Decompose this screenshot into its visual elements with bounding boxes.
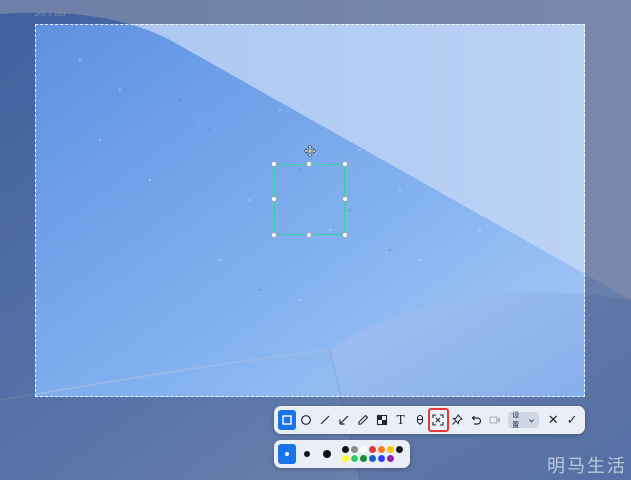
text-tool-button[interactable]: T (392, 410, 410, 430)
rectangle-tool-button[interactable] (278, 410, 296, 430)
ellipse-tool-button[interactable] (297, 410, 315, 430)
stroke-size-large[interactable] (318, 444, 336, 464)
number-marker-tool-button[interactable] (411, 410, 429, 430)
scan-text-icon (432, 414, 445, 426)
video-icon (489, 416, 501, 424)
color-swatch[interactable] (342, 454, 349, 462)
resize-handle-bottom-right[interactable] (342, 232, 348, 238)
cancel-button[interactable]: ✕ (544, 410, 562, 430)
arrow-icon (339, 415, 349, 425)
resize-handle-left[interactable] (271, 196, 277, 202)
resize-handle-top[interactable] (306, 161, 312, 167)
color-swatch[interactable] (378, 454, 385, 462)
arrow-tool-button[interactable] (335, 410, 353, 430)
rectangle-annotation[interactable] (274, 164, 345, 235)
color-swatch[interactable] (387, 445, 394, 453)
mosaic-icon (376, 414, 387, 426)
watermark-text: 明马生活 (547, 456, 627, 477)
pen-tool-button[interactable] (354, 410, 372, 430)
mosaic-tool-button[interactable] (373, 410, 391, 430)
stroke-size-medium[interactable] (298, 444, 316, 464)
small-dot-icon (285, 452, 289, 456)
color-swatch[interactable] (369, 445, 376, 453)
line-tool-button[interactable] (316, 410, 334, 430)
resize-handle-top-left[interactable] (271, 161, 277, 167)
color-swatch[interactable] (396, 445, 403, 453)
text-icon: T (396, 413, 405, 427)
resize-handle-bottom[interactable] (306, 232, 312, 238)
color-swatch[interactable] (360, 454, 367, 462)
ellipse-icon (301, 415, 311, 425)
line-icon (320, 415, 330, 425)
chevron-down-icon (529, 418, 535, 422)
color-palette (342, 445, 404, 463)
marker-icon (416, 414, 423, 425)
resize-handle-right[interactable] (342, 196, 348, 202)
color-swatch[interactable] (351, 454, 358, 462)
selection-size-label: 200 x 100 (35, 11, 66, 18)
resize-handle-top-right[interactable] (342, 161, 348, 167)
undo-icon (471, 415, 482, 425)
undo-tool-button[interactable] (467, 410, 485, 430)
resize-handle-bottom-left[interactable] (271, 232, 277, 238)
stroke-size-small[interactable] (278, 444, 296, 464)
color-swatch[interactable] (369, 454, 376, 462)
ocr-tool-button[interactable] (427, 408, 450, 432)
pin-tool-button[interactable] (448, 410, 466, 430)
medium-dot-icon (304, 451, 310, 457)
close-icon: ✕ (547, 412, 559, 427)
annotation-options-bar (274, 440, 410, 468)
color-swatch[interactable] (360, 445, 367, 453)
large-dot-icon (323, 450, 331, 458)
move-cursor-icon (304, 145, 316, 157)
check-icon: ✓ (566, 412, 578, 427)
confirm-button[interactable]: ✓ (563, 410, 581, 430)
settings-label: 设置 (512, 411, 520, 429)
settings-dropdown[interactable]: 设置 (508, 411, 540, 429)
color-swatch[interactable] (342, 445, 349, 453)
pin-icon (452, 414, 464, 425)
rectangle-icon (282, 415, 292, 425)
record-tool-button[interactable] (486, 410, 504, 430)
pen-icon (357, 414, 368, 425)
color-swatch[interactable] (387, 454, 394, 462)
color-swatch[interactable] (378, 445, 385, 453)
annotation-toolbar: T 设置 ✕ ✓ (274, 406, 585, 434)
color-swatch[interactable] (351, 445, 358, 453)
